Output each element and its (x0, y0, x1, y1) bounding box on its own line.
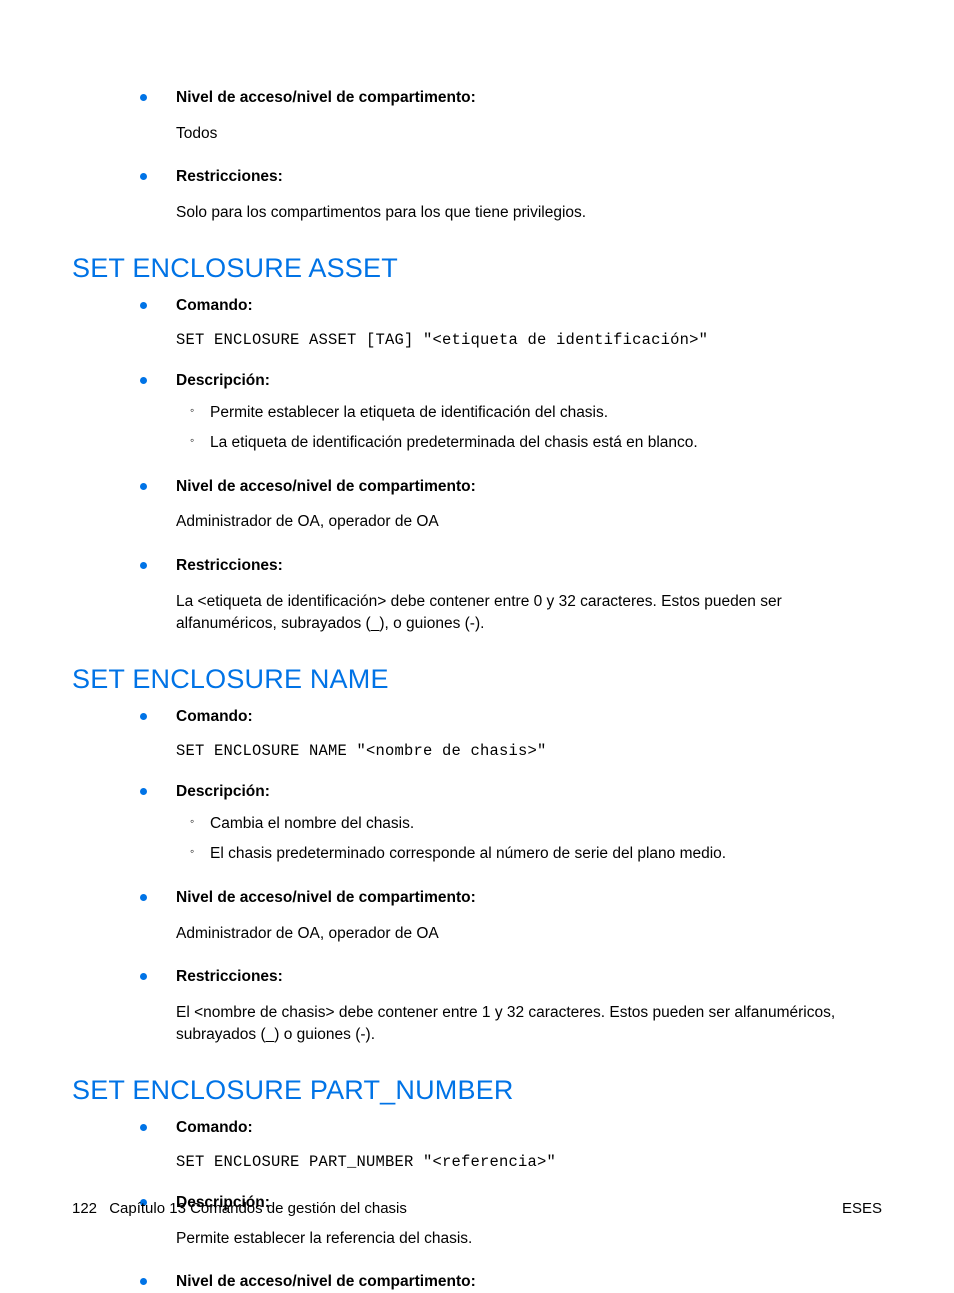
item-label: Nivel de acceso/nivel de compartimento: (176, 1272, 884, 1293)
list-item: Nivel de acceso/nivel de compartimento: … (140, 477, 884, 534)
intro-list: Nivel de acceso/nivel de compartimento: … (140, 88, 884, 225)
item-code: SET ENCLOSURE ASSET [TAG] "<etiqueta de … (176, 331, 884, 349)
sub-item: El chasis predeterminado corresponde al … (176, 843, 884, 865)
list-item: Comando: SET ENCLOSURE PART_NUMBER "<ref… (140, 1118, 884, 1171)
footer-lang: ESES (842, 1200, 882, 1217)
footer-left: 122 Capítulo 13 Comandos de gestión del … (72, 1200, 407, 1217)
item-label: Restricciones: (176, 167, 884, 188)
item-body: Todos (176, 123, 884, 145)
chapter-title: Capítulo 13 Comandos de gestión del chas… (109, 1200, 407, 1217)
item-label: Nivel de acceso/nivel de compartimento: (176, 477, 884, 498)
item-body: El <nombre de chasis> debe contener entr… (176, 1002, 884, 1047)
list-item: Restricciones: La <etiqueta de identific… (140, 556, 884, 636)
item-body: Solo para los compartimentos para los qu… (176, 202, 884, 224)
item-body: Permite establecer la referencia del cha… (176, 1228, 884, 1250)
section-list: Comando: SET ENCLOSURE ASSET [TAG] "<eti… (140, 296, 884, 636)
section-heading: SET ENCLOSURE NAME (72, 664, 884, 695)
item-label: Restricciones: (176, 556, 884, 577)
item-label: Descripción: (176, 371, 884, 392)
list-item: Descripción: Permite establecer la etiqu… (140, 371, 884, 455)
item-label: Descripción: (176, 782, 884, 803)
list-item: Restricciones: El <nombre de chasis> deb… (140, 967, 884, 1047)
item-body: Administrador de OA, operador de OA (176, 511, 884, 533)
section-list: Comando: SET ENCLOSURE NAME "<nombre de … (140, 707, 884, 1047)
list-item: Descripción: Cambia el nombre del chasis… (140, 782, 884, 866)
item-label: Comando: (176, 296, 884, 317)
page-number: 122 (72, 1200, 97, 1217)
item-label: Comando: (176, 707, 884, 728)
list-item: Nivel de acceso/nivel de compartimento: … (140, 88, 884, 145)
item-label: Restricciones: (176, 967, 884, 988)
item-code: SET ENCLOSURE PART_NUMBER "<referencia>" (176, 1153, 884, 1171)
item-label: Comando: (176, 1118, 884, 1139)
sub-item: Cambia el nombre del chasis. (176, 813, 884, 835)
item-body: La <etiqueta de identificación> debe con… (176, 591, 884, 636)
section-heading: SET ENCLOSURE PART_NUMBER (72, 1075, 884, 1106)
item-body: Administrador de OA, operador de OA (176, 923, 884, 945)
sub-list: Permite establecer la etiqueta de identi… (176, 402, 884, 455)
list-item: Restricciones: Solo para los compartimen… (140, 167, 884, 224)
page-footer: 122 Capítulo 13 Comandos de gestión del … (0, 1200, 954, 1217)
list-item: Nivel de acceso/nivel de compartimento: (140, 1272, 884, 1293)
list-item: Comando: SET ENCLOSURE NAME "<nombre de … (140, 707, 884, 760)
item-label: Nivel de acceso/nivel de compartimento: (176, 88, 884, 109)
sub-item: La etiqueta de identificación predetermi… (176, 432, 884, 454)
item-label: Nivel de acceso/nivel de compartimento: (176, 888, 884, 909)
sub-list: Cambia el nombre del chasis. El chasis p… (176, 813, 884, 866)
list-item: Comando: SET ENCLOSURE ASSET [TAG] "<eti… (140, 296, 884, 349)
list-item: Nivel de acceso/nivel de compartimento: … (140, 888, 884, 945)
sub-item: Permite establecer la etiqueta de identi… (176, 402, 884, 424)
document-page: Nivel de acceso/nivel de compartimento: … (0, 0, 954, 1293)
item-code: SET ENCLOSURE NAME "<nombre de chasis>" (176, 742, 884, 760)
section-heading: SET ENCLOSURE ASSET (72, 253, 884, 284)
